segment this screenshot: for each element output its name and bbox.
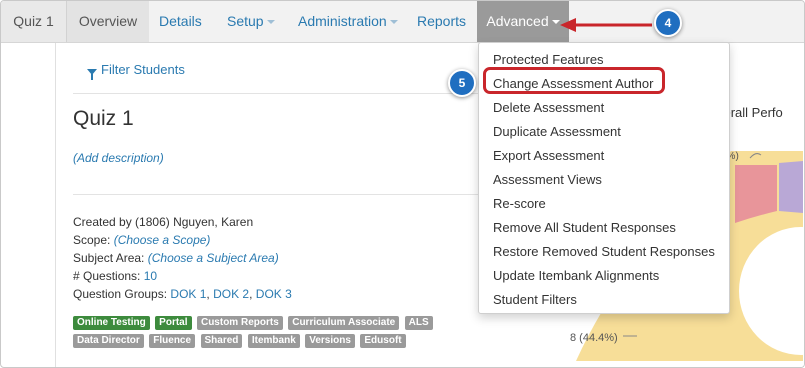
tab-setup-label: Setup xyxy=(227,13,264,29)
chevron-down-icon xyxy=(551,20,560,25)
top-navbar: Quiz 1 Overview Details Setup Administra… xyxy=(1,1,804,43)
question-group-link[interactable]: DOK 1 xyxy=(170,287,206,301)
scope-link[interactable]: (Choose a Scope) xyxy=(114,233,211,247)
tab-administration-label: Administration xyxy=(298,13,387,29)
tab-details[interactable]: Details xyxy=(159,1,209,42)
annotation-arrow xyxy=(560,18,652,32)
chevron-down-icon xyxy=(266,20,275,25)
created-by-value: (1806) Nguyen, Karen xyxy=(135,215,254,229)
badge-row: Online Testing Portal Custom Reports Cur… xyxy=(73,316,473,334)
tag-badge: Shared xyxy=(200,334,243,348)
step-callout: 5 xyxy=(448,69,476,97)
menu-item-duplicate-assessment[interactable]: Duplicate Assessment xyxy=(479,120,729,144)
tab-reports[interactable]: Reports xyxy=(417,1,469,42)
tag-badge: Itembank xyxy=(247,334,300,348)
created-by-label: Created by xyxy=(73,215,132,229)
subject-area-line: Subject Area: (Choose a Subject Area) xyxy=(73,251,279,265)
question-group-link[interactable]: DOK 2 xyxy=(213,287,249,301)
pie-slice xyxy=(779,161,803,213)
tag-badge: Data Director xyxy=(73,334,144,348)
tab-administration[interactable]: Administration xyxy=(298,1,398,42)
question-groups-label: Question Groups: xyxy=(73,287,168,301)
tag-badge: Edusoft xyxy=(360,334,406,348)
menu-item-delete-assessment[interactable]: Delete Assessment xyxy=(479,96,729,120)
question-group-link[interactable]: DOK 3 xyxy=(256,287,292,301)
subject-area-label: Subject Area: xyxy=(73,251,145,265)
filter-icon xyxy=(87,69,97,80)
questions-count-link[interactable]: 10 xyxy=(144,269,157,283)
menu-item-restore-removed-student-responses[interactable]: Restore Removed Student Responses xyxy=(479,240,729,264)
chart-data-label: 8 (44.4%) xyxy=(570,332,618,344)
filter-students-label: Filter Students xyxy=(101,62,185,77)
menu-item-student-filters[interactable]: Student Filters xyxy=(479,288,729,312)
app-frame: Quiz 1 Overview Details Setup Administra… xyxy=(0,0,805,368)
tag-badges: Online Testing Portal Custom Reports Cur… xyxy=(73,316,473,352)
tab-advanced[interactable]: Advanced xyxy=(477,1,569,42)
menu-item-remove-all-student-responses[interactable]: Remove All Student Responses xyxy=(479,216,729,240)
menu-item-export-assessment[interactable]: Export Assessment xyxy=(479,144,729,168)
questions-line: # Questions: 10 xyxy=(73,269,157,283)
question-groups-line: Question Groups: DOK 1, DOK 2, DOK 3 xyxy=(73,287,292,301)
scope-label: Scope: xyxy=(73,233,111,247)
highlight-annotation xyxy=(483,67,665,94)
tab-overview[interactable]: Overview xyxy=(67,1,149,42)
badge-row: Data Director Fluence Shared Itembank Ve… xyxy=(73,334,473,352)
menu-item-assessment-views[interactable]: Assessment Views xyxy=(479,168,729,192)
filter-students-link[interactable]: Filter Students xyxy=(87,62,185,80)
tag-badge: Portal xyxy=(155,316,192,330)
step-callout: 4 xyxy=(654,9,682,37)
page-title: Quiz 1 xyxy=(73,107,134,130)
tab-setup[interactable]: Setup xyxy=(227,1,287,42)
tag-badge: Fluence xyxy=(149,334,196,348)
tag-badge: Custom Reports xyxy=(196,316,283,330)
tag-badge: Versions xyxy=(305,334,355,348)
created-by-line: Created by (1806) Nguyen, Karen xyxy=(73,215,253,229)
scope-line: Scope: (Choose a Scope) xyxy=(73,233,210,247)
add-description-link[interactable]: (Add description) xyxy=(73,151,164,165)
nav-brand[interactable]: Quiz 1 xyxy=(1,1,67,42)
divider xyxy=(73,194,521,195)
subject-area-link[interactable]: (Choose a Subject Area) xyxy=(148,251,279,265)
tag-badge: ALS xyxy=(404,316,433,330)
tag-badge: Online Testing xyxy=(73,316,150,330)
menu-item-update-itembank-alignments[interactable]: Update Itembank Alignments xyxy=(479,264,729,288)
questions-label: # Questions: xyxy=(73,269,141,283)
tag-badge: Curriculum Associate xyxy=(288,316,400,330)
menu-item-re-score[interactable]: Re-score xyxy=(479,192,729,216)
tab-advanced-label: Advanced xyxy=(486,13,549,29)
chevron-down-icon xyxy=(389,20,398,25)
